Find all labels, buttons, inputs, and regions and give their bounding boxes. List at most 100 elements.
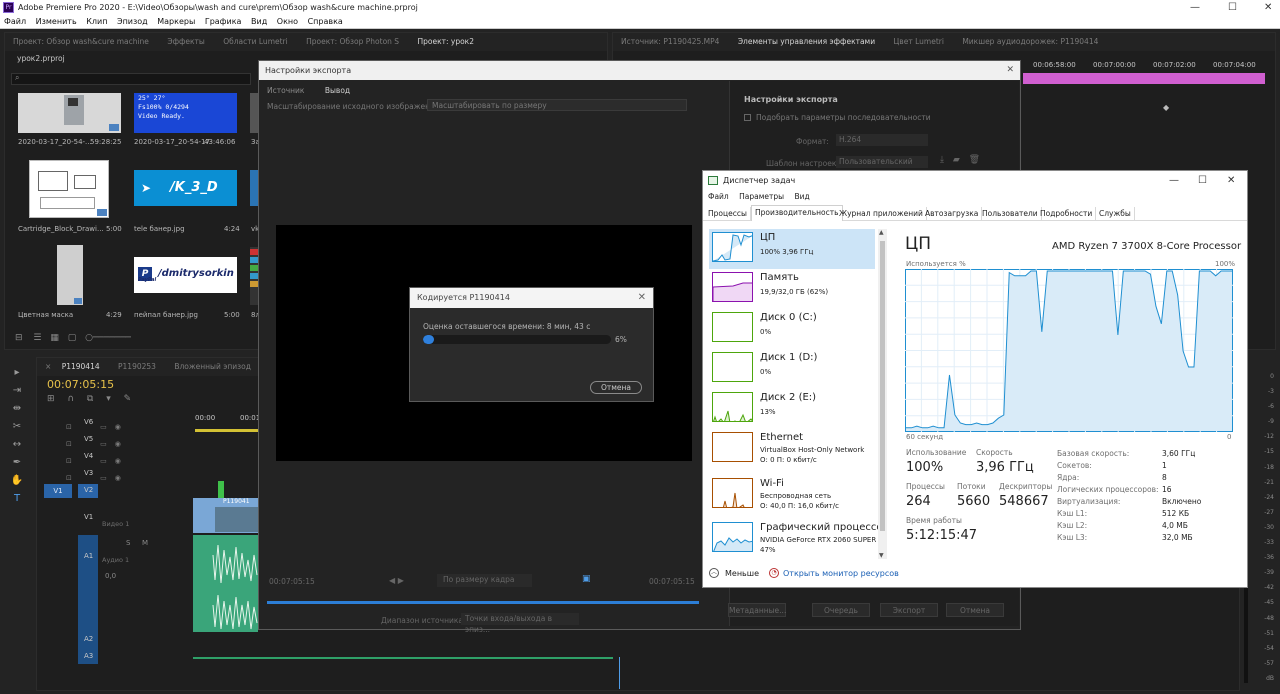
maximize-icon[interactable]: ☐ — [1228, 0, 1237, 15]
keyframe-icon[interactable]: ◆ — [1163, 103, 1169, 112]
tab-lumetri-color[interactable]: Цвет Lumetri — [893, 37, 943, 46]
tab-project-wash[interactable]: Проект: Обзор wash&cure machine — [13, 37, 149, 46]
clip-v2-green[interactable] — [218, 481, 224, 498]
tab-effect-controls[interactable]: Элементы управления эффектами — [738, 37, 875, 46]
tab-project-lesson2[interactable]: Проект: урок2 — [417, 37, 474, 46]
format-select[interactable]: H.264 — [836, 134, 928, 146]
lock-icon[interactable]: ⊟ — [15, 333, 23, 343]
sidebar-item-gpu[interactable]: Графический процессор NVIDIA GeForce RTX… — [709, 519, 887, 559]
list-view-icon[interactable]: ☰ — [33, 333, 41, 343]
sidebar-item-wifi[interactable]: Wi-Fi Беспроводная сеть О: 40,0 П: 16,0 … — [709, 475, 875, 519]
aspect-toggle-icon[interactable]: ▣ — [582, 574, 591, 584]
marker-icon[interactable]: ▾ — [106, 394, 111, 404]
tab-startup[interactable]: Автозагрузка — [922, 207, 983, 221]
close-icon[interactable]: ✕ — [1227, 171, 1235, 191]
pen-tool-icon[interactable]: ✒ — [6, 454, 28, 472]
linked-icon[interactable]: ⧉ — [87, 394, 93, 404]
tm-menu-file[interactable]: Файл — [708, 192, 729, 201]
tab-export-output[interactable]: Вывод — [325, 86, 350, 95]
track-select-icon[interactable]: ⇥ — [6, 382, 28, 400]
export-cancel-button[interactable]: Отмена — [946, 603, 1004, 617]
bin-thumb-paypal[interactable]: P PayPal /dmitrysorkin — [134, 257, 237, 293]
sidebar-scrollbar[interactable]: ▲ ▼ — [878, 229, 887, 559]
sidebar-item-memory[interactable]: Память 19,9/32,0 ГБ (62%) — [709, 269, 875, 309]
metadata-button[interactable]: Метаданные... — [728, 603, 786, 617]
tab-audio-mixer[interactable]: Микшер аудиодорожек: P1190414 — [962, 37, 1098, 46]
menu-edit[interactable]: Изменить — [36, 17, 77, 26]
bin-thumb-telegram[interactable]: ➤ /K_3_D — [134, 170, 237, 206]
menu-markers[interactable]: Маркеры — [157, 17, 195, 26]
encoding-cancel-button[interactable]: Отмена — [590, 381, 642, 394]
type-tool-icon[interactable]: T — [6, 490, 28, 508]
settings-icon[interactable]: ✎ — [124, 394, 132, 404]
tab-processes[interactable]: Процессы — [705, 207, 751, 221]
hand-tool-icon[interactable]: ✋ — [6, 472, 28, 490]
bin-thumb-drawing[interactable] — [29, 160, 109, 218]
bin-thumb-color-matte[interactable] — [57, 245, 83, 305]
tab-services[interactable]: Службы — [1096, 207, 1135, 221]
bin-thumb-lcd[interactable]: 25° 27° Fs100% 0/4294 Video Ready. — [134, 93, 237, 133]
preset-select[interactable]: Пользовательский — [836, 156, 928, 168]
snap-icon[interactable]: ∩ — [67, 394, 74, 404]
ripple-edit-icon[interactable]: ⇹ — [6, 400, 28, 418]
match-sequence-checkbox[interactable] — [744, 114, 751, 121]
tab-app-history[interactable]: Журнал приложений — [836, 207, 927, 221]
close-icon[interactable]: ✕ — [1264, 0, 1272, 15]
menu-file[interactable]: Файл — [4, 17, 26, 26]
chevron-up-icon[interactable]: ︿ — [709, 568, 719, 578]
sidebar-item-ethernet[interactable]: Ethernet VirtualBox Host-Only Network О:… — [709, 429, 875, 475]
clip-v1[interactable]: P119041 — [193, 498, 258, 533]
slip-tool-icon[interactable]: ↔ — [6, 436, 28, 454]
bin-search-input[interactable]: ⌕ — [11, 73, 251, 85]
sidebar-item-cpu[interactable]: ЦП 100% 3,96 ГГц — [709, 229, 875, 269]
tab-nested-seq[interactable]: Вложенный эпизод — [174, 362, 251, 371]
sidebar-item-disk2[interactable]: Диск 2 (E:) 13% — [709, 389, 875, 429]
tm-menu-options[interactable]: Параметры — [739, 192, 784, 201]
sidebar-item-disk1[interactable]: Диск 1 (D:) 0% — [709, 349, 875, 389]
mark-in-icon[interactable]: ◀ ▶ — [389, 576, 404, 585]
work-area-bar[interactable] — [195, 429, 260, 432]
tab-export-source[interactable]: Источник — [267, 86, 304, 95]
track-lock-icon[interactable]: ⊡ ▭ ◉ — [66, 419, 166, 436]
export-tc-out[interactable]: 00:07:05:15 — [649, 577, 695, 586]
freeform-view-icon[interactable]: ▢ — [68, 333, 77, 343]
tab-details[interactable]: Подробности — [1037, 207, 1097, 221]
tab-users[interactable]: Пользователи — [979, 207, 1042, 221]
close-icon[interactable]: × — [45, 362, 51, 371]
fit-select[interactable]: По размеру кадра — [437, 574, 532, 587]
tab-lumetri-scopes[interactable]: Области Lumetri — [223, 37, 288, 46]
tab-performance[interactable]: Производительность — [751, 205, 843, 221]
menu-graphics[interactable]: Графика — [205, 17, 242, 26]
export-range-bar[interactable] — [267, 601, 699, 604]
razor-tool-icon[interactable]: ✂ — [6, 418, 28, 436]
close-icon[interactable]: ✕ — [1006, 61, 1014, 80]
tab-source[interactable]: Источник: P1190425.MP4 — [621, 37, 719, 46]
menu-sequence[interactable]: Эпизод — [117, 17, 148, 26]
sidebar-item-disk0[interactable]: Диск 0 (C:) 0% — [709, 309, 875, 349]
import-preset-icon[interactable]: ▰ — [953, 155, 960, 165]
tab-project-photon[interactable]: Проект: Обзор Photon S — [306, 37, 399, 46]
effect-clip-bar[interactable] — [1023, 73, 1265, 84]
minimize-icon[interactable]: — — [1190, 0, 1200, 15]
icon-view-icon[interactable]: ▦ — [50, 333, 59, 343]
close-icon[interactable]: ✕ — [638, 288, 646, 308]
tm-menu-view[interactable]: Вид — [794, 192, 809, 201]
playhead[interactable] — [619, 657, 620, 689]
menu-help[interactable]: Справка — [308, 17, 343, 26]
selection-tool-icon[interactable]: ▸ — [6, 364, 28, 382]
export-button[interactable]: Экспорт — [880, 603, 938, 617]
delete-preset-icon[interactable]: 🗑 — [969, 155, 980, 165]
clip-a1[interactable] — [193, 535, 258, 632]
fewer-details-link[interactable]: Меньше — [725, 569, 759, 578]
menu-window[interactable]: Окно — [277, 17, 298, 26]
timeline-timecode[interactable]: 00:07:05:15 — [47, 378, 114, 391]
bin-thumb-photo[interactable] — [18, 93, 121, 133]
eye-icon[interactable]: ◉ — [115, 423, 121, 431]
open-resource-monitor-link[interactable]: Открыть монитор ресурсов — [783, 569, 899, 578]
menu-view[interactable]: Вид — [251, 17, 267, 26]
maximize-icon[interactable]: ☐ — [1198, 171, 1207, 191]
scaling-select[interactable]: Масштабировать по размеру — [427, 99, 687, 111]
menu-clip[interactable]: Клип — [86, 17, 107, 26]
tab-seq-p1190414[interactable]: P1190414 — [62, 362, 100, 371]
zoom-slider[interactable]: ○─────── — [85, 333, 131, 343]
